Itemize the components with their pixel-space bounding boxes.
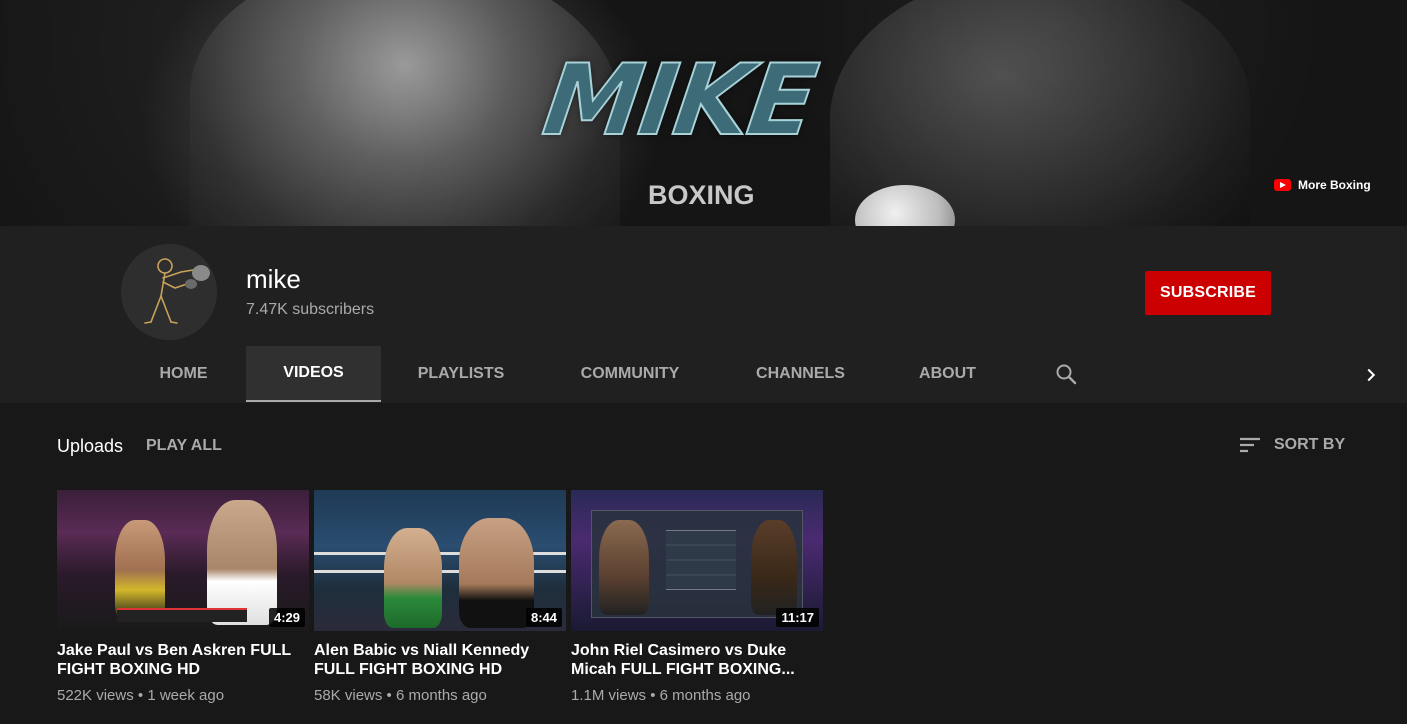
sort-icon xyxy=(1240,437,1260,453)
thumbnail-figure xyxy=(384,528,442,628)
channel-banner: MIKE BOXING More Boxing xyxy=(0,0,1407,226)
video-thumbnail[interactable]: 11:17 xyxy=(571,490,823,631)
tab-home[interactable]: HOME xyxy=(121,346,246,402)
uploads-heading: Uploads xyxy=(57,436,124,456)
play-all-button[interactable]: PLAY ALL xyxy=(146,437,222,455)
video-views: 58K views xyxy=(314,687,383,704)
video-views: 522K views xyxy=(57,687,134,704)
sort-by-label: SORT BY xyxy=(1274,436,1346,453)
meta-separator: • xyxy=(386,687,396,704)
video-duration: 11:17 xyxy=(776,608,819,627)
video-title[interactable]: Alen Babic vs Niall Kennedy FULL FIGHT B… xyxy=(314,641,566,679)
channel-header: mike 7.47K subscribers SUBSCRIBE HOME VI… xyxy=(0,226,1407,403)
tab-about[interactable]: ABOUT xyxy=(882,346,1013,402)
thumbnail-figure xyxy=(207,500,277,625)
video-title[interactable]: Jake Paul vs Ben Askren FULL FIGHT BOXIN… xyxy=(57,641,309,679)
meta-separator: • xyxy=(137,687,148,704)
thumbnail-figure xyxy=(459,518,534,628)
thumbnail-figure xyxy=(115,520,165,620)
video-duration: 8:44 xyxy=(525,608,562,627)
tab-videos[interactable]: VIDEOS xyxy=(246,346,381,402)
channel-tabs: HOME VIDEOS PLAYLISTS COMMUNITY CHANNELS… xyxy=(0,346,1407,403)
video-age: 1 week ago xyxy=(147,687,225,704)
video-views: 1.1M views xyxy=(571,687,647,704)
channel-name: mike xyxy=(246,264,301,294)
meta-separator: • xyxy=(650,687,660,704)
tab-playlists[interactable]: PLAYLISTS xyxy=(381,346,541,402)
channel-avatar[interactable] xyxy=(121,244,217,340)
video-thumbnail[interactable]: 8:44 xyxy=(314,490,566,631)
video-duration: 4:29 xyxy=(268,608,305,627)
subscriber-count: 7.47K subscribers xyxy=(246,301,375,318)
video-card[interactable]: 4:29 Jake Paul vs Ben Askren FULL FIGHT … xyxy=(57,490,309,704)
video-card[interactable]: 11:17 John Riel Casimero vs Duke Micah F… xyxy=(571,490,823,704)
video-age: 6 months ago xyxy=(395,687,487,704)
banner-subtitle: BOXING xyxy=(648,180,755,210)
banner-logo: MIKE xyxy=(536,43,823,159)
video-title[interactable]: John Riel Casimero vs Duke Micah FULL FI… xyxy=(571,641,823,679)
youtube-icon xyxy=(1274,179,1291,191)
thumbnail-figure xyxy=(599,520,649,615)
video-metadata: 58K views • 6 months ago xyxy=(314,687,566,704)
video-metadata: 1.1M views • 6 months ago xyxy=(571,687,823,704)
tab-channels[interactable]: CHANNELS xyxy=(719,346,882,402)
thumbnail-figure xyxy=(751,520,797,615)
video-metadata: 522K views • 1 week ago xyxy=(57,687,309,704)
banner-link-label: More Boxing xyxy=(1298,178,1371,192)
tab-community[interactable]: COMMUNITY xyxy=(541,346,719,402)
boxer-silhouette-icon xyxy=(121,244,217,340)
chevron-right-icon[interactable] xyxy=(1360,364,1382,386)
video-card[interactable]: 8:44 Alen Babic vs Niall Kennedy FULL FI… xyxy=(314,490,566,704)
tale-of-tape-stats xyxy=(666,530,736,590)
video-thumbnail[interactable]: 4:29 xyxy=(57,490,309,631)
sort-by-button[interactable]: SORT BY xyxy=(1238,433,1345,457)
search-icon[interactable] xyxy=(1054,362,1078,386)
video-age: 6 months ago xyxy=(659,687,751,704)
banner-link-more-boxing[interactable]: More Boxing xyxy=(1274,178,1371,192)
subscribe-button[interactable]: SUBSCRIBE xyxy=(1145,271,1271,315)
thumbnail-scorebar xyxy=(117,608,247,622)
